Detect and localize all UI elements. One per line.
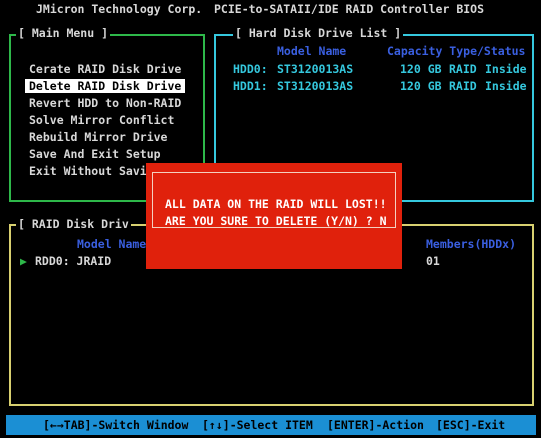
raid-row-name[interactable]: RDD0: JRAID xyxy=(35,254,111,268)
hdd-row-port[interactable]: HDD0: xyxy=(233,62,268,76)
raid-col-members: Members(HDDx) xyxy=(426,237,517,251)
dialog-confirm-prompt[interactable]: ARE YOU SURE TO DELETE (Y/N) ? N xyxy=(165,214,387,228)
hint-switch-window: [←→TAB]-Switch Window xyxy=(43,418,189,432)
hdd-row-type: RAID xyxy=(449,79,477,93)
dialog-warning-text: ALL DATA ON THE RAID WILL LOST!! xyxy=(165,197,387,211)
hdd-empty-area xyxy=(232,97,512,135)
raid-row-members: 01 xyxy=(426,254,440,268)
menu-item-rebuild-mirror[interactable]: Rebuild Mirror Drive xyxy=(29,130,167,144)
menu-item-revert-hdd[interactable]: Revert HDD to Non-RAID xyxy=(29,96,181,110)
menu-item-solve-mirror[interactable]: Solve Mirror Conflict xyxy=(29,113,174,127)
hdd-row-type: RAID xyxy=(449,62,477,76)
hint-esc-exit: [ESC]-Exit xyxy=(436,418,506,432)
hdd-row-capacity: 120 GB xyxy=(400,62,442,76)
menu-item-exit-without-save[interactable]: Exit Without Savi xyxy=(29,164,147,178)
main-menu-title: [ Main Menu ] xyxy=(16,26,111,40)
menu-item-create-raid[interactable]: Cerate RAID Disk Drive xyxy=(29,62,181,76)
row-pointer-icon: ▶ xyxy=(20,254,27,268)
hdd-row-model[interactable]: ST3120013AS xyxy=(277,62,353,76)
product-title: PCIE-to-SATAII/IDE RAID Controller BIOS xyxy=(214,2,485,16)
raid-col-model: Model Name xyxy=(77,237,147,251)
hdd-col-capacity: Capacity Type/Status xyxy=(387,44,526,58)
hdd-row-model[interactable]: ST3120013AS xyxy=(277,79,353,93)
hint-enter-action: [ENTER]-Action xyxy=(327,418,424,432)
menu-item-delete-raid[interactable]: Delete RAID Disk Drive xyxy=(25,79,186,93)
hdd-row-port[interactable]: HDD1: xyxy=(233,79,268,93)
hdd-list-title: [ Hard Disk Drive List ] xyxy=(233,26,404,40)
hdd-row-status: Inside xyxy=(485,79,527,93)
vendor-title: JMicron Technology Corp. xyxy=(36,2,203,16)
hdd-row-capacity: 120 GB xyxy=(400,79,442,93)
raid-list-title: [ RAID Disk Driv xyxy=(16,217,131,231)
menu-item-save-exit[interactable]: Save And Exit Setup xyxy=(29,147,161,161)
bios-screen: JMicron Technology Corp. PCIE-to-SATAII/… xyxy=(0,0,541,438)
hint-select-item: [↑↓]-Select ITEM xyxy=(202,418,313,432)
hdd-col-model: Model Name xyxy=(277,44,347,58)
hdd-row-status: Inside xyxy=(485,62,527,76)
